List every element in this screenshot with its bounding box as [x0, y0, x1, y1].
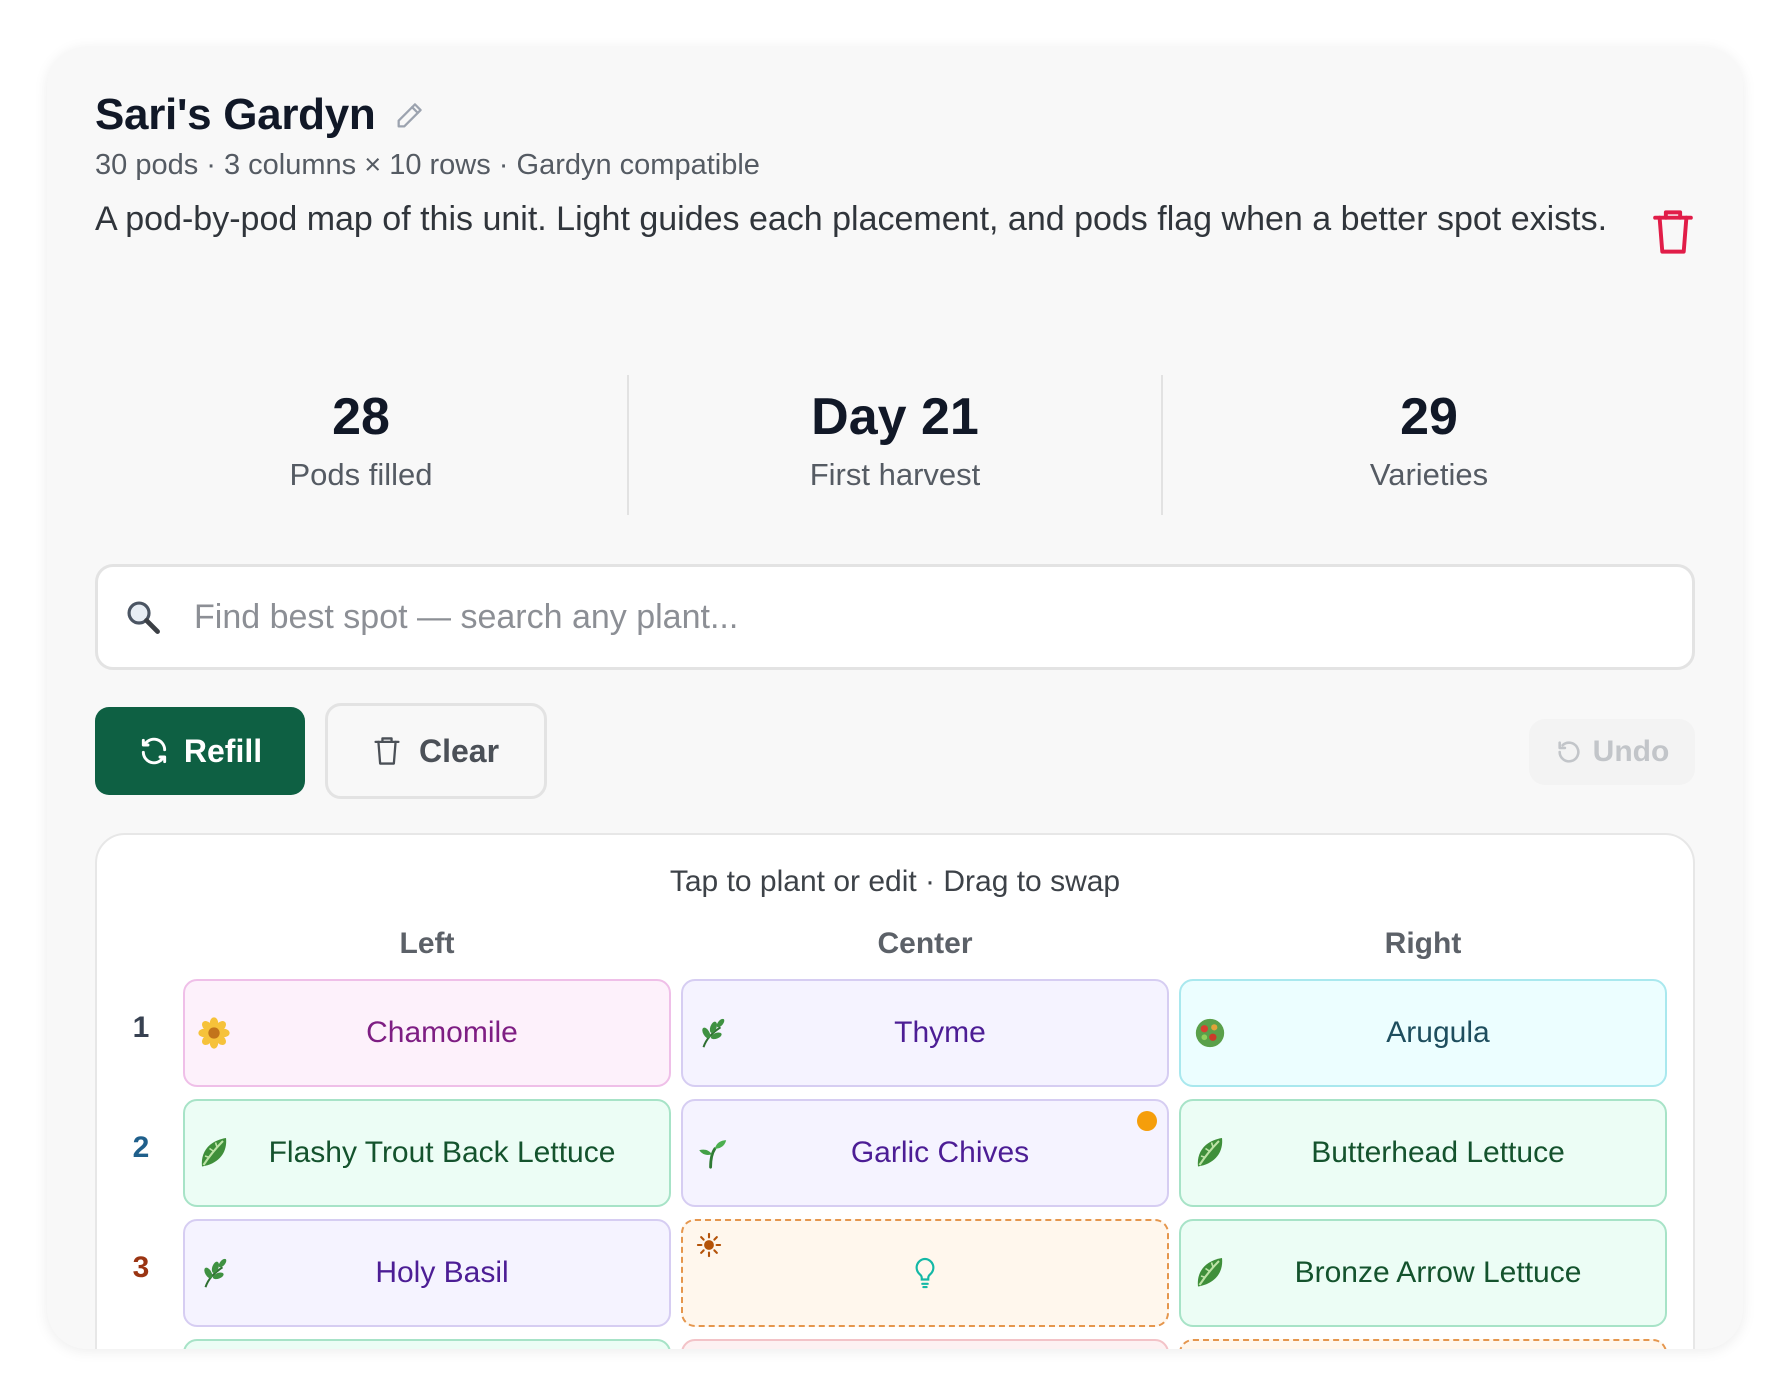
stat-pods-filled: 28 Pods filled [95, 375, 627, 515]
lightbulb-icon [912, 1255, 938, 1291]
stat-first-harvest: Day 21 First harvest [627, 375, 1161, 515]
garden-meta: 30 pods · 3 columns × 10 rows · Gardyn c… [95, 149, 760, 181]
pod-label: Chamomile [366, 1016, 518, 1049]
leafy-green-icon [1191, 1134, 1229, 1172]
stat-label: First harvest [809, 457, 981, 492]
refresh-icon [138, 735, 170, 767]
undo-label: Undo [1592, 735, 1670, 768]
stat-varieties: 29 Varieties [1161, 375, 1695, 515]
search-box[interactable] [95, 564, 1695, 670]
pod-cell[interactable]: Holy Basil [183, 1219, 671, 1327]
pod-cell[interactable]: Garlic Chives [681, 1099, 1169, 1207]
pod-cell[interactable] [183, 1339, 671, 1349]
title-row: Sari's Gardyn [95, 87, 1695, 143]
pod-cell[interactable]: Chamomile [183, 979, 671, 1087]
garden-content: Sari's Gardyn 30 pods · 3 columns × 10 r… [95, 87, 1695, 1349]
sun-icon [695, 1231, 723, 1259]
garden-title: Sari's Gardyn [95, 90, 376, 139]
column-header-right: Right [1384, 927, 1462, 960]
stats-row: 28 Pods filled Day 21 First harvest 29 V… [95, 375, 1695, 515]
garden-description: A pod-by-pod map of this unit. Light gui… [95, 200, 1608, 238]
pod-cell[interactable]: Thyme [681, 979, 1169, 1087]
pod-label: Butterhead Lettuce [1311, 1136, 1565, 1169]
column-header-center: Center [877, 927, 973, 960]
row-number: 3 [132, 1251, 150, 1284]
stat-label: Varieties [1369, 457, 1489, 492]
pod-cell[interactable] [681, 1339, 1169, 1349]
search-input[interactable] [192, 586, 1692, 648]
leafy-green-icon [195, 1134, 233, 1172]
herb-icon [693, 1014, 731, 1052]
better-spot-flag-dot [1137, 1111, 1157, 1131]
row-number: 2 [132, 1131, 150, 1164]
clear-label: Clear [418, 732, 500, 769]
stat-value: 28 [332, 388, 390, 446]
stat-value: 29 [1400, 388, 1458, 446]
pod-label: Bronze Arrow Lettuce [1294, 1256, 1582, 1289]
column-header-left: Left [399, 927, 455, 960]
pod-label: Garlic Chives [850, 1136, 1030, 1169]
magnifier-search-icon [124, 598, 162, 636]
empty-pod[interactable] [1179, 1339, 1667, 1349]
stat-value: Day 21 [811, 388, 979, 446]
stat-label: Pods filled [289, 457, 433, 492]
pod-label: Flashy Trout Back Lettuce [268, 1136, 616, 1169]
garden-card: Sari's Gardyn 30 pods · 3 columns × 10 r… [47, 47, 1743, 1349]
refill-label: Refill [183, 732, 263, 769]
pod-cell[interactable]: Flashy Trout Back Lettuce [183, 1099, 671, 1207]
leafy-green-icon [1191, 1254, 1229, 1292]
delete-garden-trash-icon[interactable] [1651, 207, 1695, 257]
herb-icon [195, 1254, 233, 1292]
trash-icon [373, 735, 401, 767]
clear-button[interactable]: Clear [325, 703, 547, 799]
pod-label: Holy Basil [375, 1256, 509, 1289]
pod-grid-panel: Tap to plant or edit · Drag to swap Left… [95, 833, 1695, 1349]
row-number: 1 [132, 1011, 150, 1044]
undo-button[interactable]: Undo [1529, 719, 1695, 785]
pod-cell[interactable]: Butterhead Lettuce [1179, 1099, 1667, 1207]
refill-button[interactable]: Refill [95, 707, 305, 795]
salad-icon [1191, 1014, 1229, 1052]
pod-label: Thyme [894, 1016, 986, 1049]
flower-icon [195, 1014, 233, 1052]
action-buttons: Refill Clear Undo [95, 703, 1695, 799]
pod-cell[interactable]: Bronze Arrow Lettuce [1179, 1219, 1667, 1327]
grid-hint: Tap to plant or edit · Drag to swap [669, 865, 1121, 898]
empty-pod[interactable] [681, 1219, 1169, 1327]
undo-icon [1555, 738, 1583, 766]
edit-pencil-icon[interactable] [393, 98, 427, 132]
pod-label: Arugula [1386, 1016, 1490, 1049]
seedling-icon [693, 1134, 731, 1172]
pod-cell[interactable]: Arugula [1179, 979, 1667, 1087]
